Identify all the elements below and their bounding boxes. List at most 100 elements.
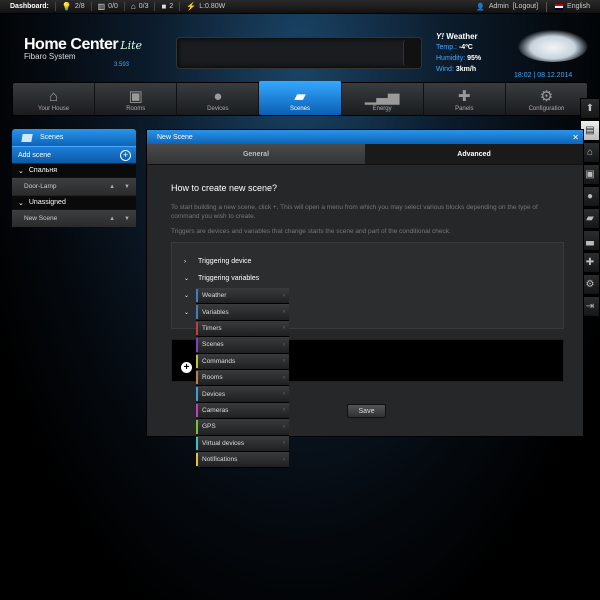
block-type-menu: Weather › Variables › Timers › Scenes › Commands… bbox=[196, 288, 289, 469]
nav-tab-label: Panels bbox=[455, 106, 474, 112]
nav-tab-panels[interactable]: ✚ Panels bbox=[424, 83, 506, 115]
menu-item-color-bar bbox=[196, 387, 198, 401]
menu-item-timers[interactable]: Timers › bbox=[196, 320, 289, 338]
menu-item-label: Notifications bbox=[202, 456, 238, 464]
menu-item-devices[interactable]: Devices › bbox=[196, 386, 289, 403]
add-block-button[interactable]: + bbox=[181, 362, 192, 373]
logo-title: Home Center bbox=[24, 36, 119, 53]
chevron-right-icon: › bbox=[283, 423, 285, 430]
chevron-down-icon: ⌄ bbox=[184, 276, 190, 282]
panel-title: New Scene bbox=[157, 133, 193, 141]
dashboard-stat[interactable]: ▥ 0/0 bbox=[90, 2, 124, 11]
menu-item-rooms[interactable]: Rooms › bbox=[196, 369, 289, 387]
nav-tab-configuration[interactable]: ⚙ Configuration bbox=[506, 83, 587, 115]
temp-value: -4ºC bbox=[458, 44, 473, 51]
sidebar-header: Scenes bbox=[12, 129, 136, 146]
menu-item-color-bar bbox=[196, 452, 198, 467]
username: Admin bbox=[488, 3, 509, 10]
menu-item-scenes[interactable]: Scenes › bbox=[196, 337, 289, 354]
save-button[interactable]: Save bbox=[347, 404, 386, 418]
dashboard-stat[interactable]: 💡 2/8 bbox=[54, 2, 91, 11]
gears-icon: ⚙ bbox=[539, 88, 554, 105]
dashboard-stats: 💡 2/8 ▥ 0/0 ⌂ 0/3 ■ 2 ⚡ L:0.80W bbox=[54, 2, 231, 11]
sidebar-room-header[interactable]: ⌄ Спальня bbox=[12, 163, 136, 177]
close-icon[interactable]: ✕ bbox=[572, 133, 579, 142]
nav-tab-label: Configuration bbox=[528, 106, 565, 112]
sidebar-room-header[interactable]: ⌄ Unassigned bbox=[12, 195, 136, 209]
sidebar-scene-item[interactable]: New Scene ▲ ▼ bbox=[12, 209, 136, 227]
move-up-icon[interactable]: ▲ bbox=[109, 184, 115, 190]
stat-value: L:0.80W bbox=[199, 3, 226, 10]
chevron-right-icon: › bbox=[283, 341, 285, 348]
trigger-row-variables[interactable]: ⌄ Triggering variables bbox=[184, 270, 563, 287]
menu-item-color-bar bbox=[196, 370, 198, 385]
menu-item-virtual-devices[interactable]: Virtual devices › bbox=[196, 435, 289, 452]
scene-order-controls: ▲ ▼ bbox=[109, 216, 130, 222]
menu-item-color-bar bbox=[196, 338, 198, 352]
sidebar-scene-item[interactable]: Door-Lamp ▲ ▼ bbox=[12, 177, 136, 195]
scenes-sidebar: Scenes Add scene + ⌄ Спальня Door-Lamp ▲ ▼ ⌄ U… bbox=[12, 129, 136, 227]
menu-item-gps[interactable]: GPS › bbox=[196, 419, 289, 436]
menu-item-label: Variables bbox=[202, 308, 229, 316]
nav-tab-label: Energy bbox=[372, 106, 392, 112]
move-down-icon[interactable]: ▼ bbox=[124, 216, 130, 222]
menu-item-color-bar bbox=[196, 436, 198, 450]
date-time: 18:02 | 08.12.2014 bbox=[514, 72, 573, 79]
main-nav: ⌂ Your House ▣ Rooms ● Devices ▰ Scenes ▁▃▅ Energ… bbox=[12, 81, 588, 116]
clapper-icon: ▰ bbox=[294, 88, 306, 105]
dashboard-stat[interactable]: ■ 2 bbox=[154, 2, 179, 11]
panel-tabs: General Advanced bbox=[147, 144, 583, 165]
menu-item-commands[interactable]: Commands › bbox=[196, 353, 289, 370]
logout-link[interactable]: [Logout] bbox=[513, 3, 538, 10]
chevron-down-icon: ⌄ bbox=[18, 167, 24, 175]
move-up-icon[interactable]: ▲ bbox=[109, 216, 115, 222]
display-knob bbox=[403, 40, 419, 66]
yahoo-weather-icon: Y! bbox=[436, 32, 444, 41]
stat-value: 2 bbox=[169, 3, 174, 10]
menu-item-weather[interactable]: Weather › bbox=[196, 288, 289, 305]
nav-tab-scenes[interactable]: ▰ Scenes bbox=[259, 81, 342, 115]
help-text-2: Triggers are devices and variables that … bbox=[171, 228, 451, 235]
user-area: 👤 Admin [Logout] English bbox=[476, 1, 600, 12]
menu-item-label: Commands bbox=[202, 357, 236, 365]
add-scene-button[interactable]: Add scene + bbox=[12, 146, 136, 163]
move-down-icon[interactable]: ▼ bbox=[124, 184, 130, 190]
nav-tab-label: Scenes bbox=[289, 106, 310, 112]
help-text-1: To start building a new scene, click +. … bbox=[171, 204, 538, 220]
menu-item-notifications[interactable]: Notifications › bbox=[196, 451, 289, 469]
menu-item-label: Virtual devices bbox=[202, 439, 245, 447]
menu-item-color-bar bbox=[196, 354, 198, 368]
menu-item-variables[interactable]: Variables › bbox=[196, 304, 289, 321]
nav-tab-label: Devices bbox=[207, 106, 229, 112]
tab-general[interactable]: General bbox=[147, 144, 365, 164]
wind-value: 3km/h bbox=[455, 66, 477, 73]
status-bar: Dashboard: 💡 2/8 ▥ 0/0 ⌂ 0/3 ■ 2 ⚡ L:0.80W 👤 Admi… bbox=[0, 0, 600, 14]
house-icon: ⌂ bbox=[49, 88, 59, 105]
menu-item-label: Weather bbox=[202, 292, 227, 300]
stat-value: 0/0 bbox=[108, 3, 118, 10]
dashboard-stat[interactable]: ⌂ 0/3 bbox=[123, 2, 155, 11]
nav-tab-your-house[interactable]: ⌂ Your House bbox=[13, 83, 96, 115]
nav-tab-rooms[interactable]: ▣ Rooms bbox=[95, 83, 178, 115]
nav-tab-energy[interactable]: ▁▃▅ Energy bbox=[342, 83, 424, 115]
menu-item-cameras[interactable]: Cameras › bbox=[196, 402, 289, 420]
scene-order-controls: ▲ ▼ bbox=[109, 184, 130, 190]
nav-tab-devices[interactable]: ● Devices bbox=[177, 83, 260, 115]
menu-item-color-bar bbox=[196, 305, 198, 319]
menu-item-color-bar bbox=[196, 321, 198, 336]
nav-tab-label: Your House bbox=[38, 106, 70, 112]
language-selector[interactable]: English bbox=[567, 3, 590, 10]
tab-advanced[interactable]: Advanced bbox=[365, 144, 583, 164]
chevron-right-icon: › bbox=[283, 358, 285, 365]
logo: Home Center Lite Fibaro System 3.593 bbox=[24, 36, 142, 68]
wind-label: Wind: bbox=[436, 66, 454, 73]
menu-item-label: Cameras bbox=[202, 406, 229, 414]
user-icon: 👤 bbox=[476, 3, 485, 11]
dashboard-stat[interactable]: ⚡ L:0.80W bbox=[179, 2, 231, 11]
chevron-right-icon: › bbox=[283, 292, 285, 299]
sidebar-title: Scenes bbox=[40, 134, 64, 141]
trigger-row-device[interactable]: › Triggering device bbox=[184, 253, 563, 270]
dashboard-label: Dashboard: bbox=[10, 3, 49, 10]
scroll-up-icon[interactable]: ⬆ bbox=[580, 98, 600, 119]
chevron-right-icon: › bbox=[283, 407, 285, 414]
